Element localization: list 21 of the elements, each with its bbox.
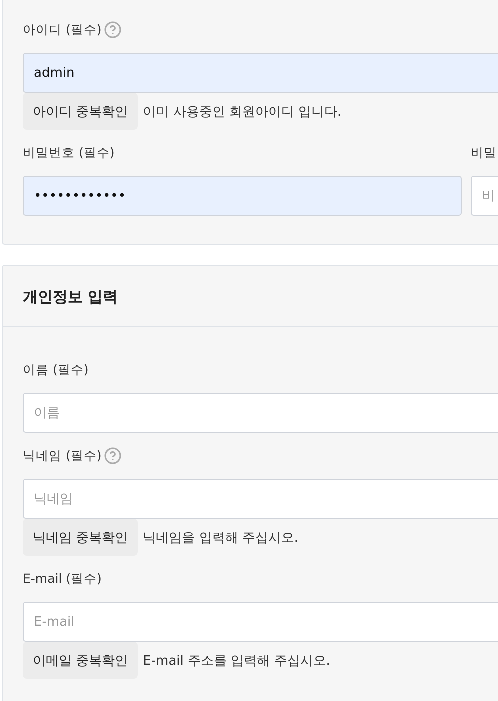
input-field[interactable]: 비 xyxy=(471,176,498,216)
help-icon[interactable] xyxy=(104,447,122,465)
input-field[interactable]: 이름 xyxy=(23,393,498,433)
status-message: 닉네임을 입력해 주십시오. xyxy=(143,530,299,546)
input-field[interactable]: E-mail xyxy=(23,602,498,642)
status-message: E-mail 주소를 입력해 주십시오. xyxy=(143,652,330,670)
field-label: 비밀번호 (필수) xyxy=(23,144,115,162)
input-field[interactable]: admin xyxy=(23,53,498,93)
field-label: E-mail (필수) xyxy=(23,570,102,588)
field-label: 이름 (필수) xyxy=(23,362,89,378)
field-label: 비밀 xyxy=(471,144,497,162)
help-icon[interactable] xyxy=(104,21,122,39)
duplicate-check-button[interactable]: 닉네임 중복확인 xyxy=(23,519,138,556)
duplicate-check-button[interactable]: 아이디 중복확인 xyxy=(23,93,138,130)
input-field[interactable]: 닉네임 xyxy=(23,479,498,519)
duplicate-check-button[interactable]: 이메일 중복확인 xyxy=(23,642,138,679)
field-label: 아이디 (필수) xyxy=(23,22,102,38)
status-message: 이미 사용중인 회원아이디 입니다. xyxy=(143,104,342,120)
input-field[interactable]: •••••••••••• xyxy=(23,176,462,216)
field-label: 닉네임 (필수) xyxy=(23,448,102,464)
section-title: 개인정보 입력 xyxy=(23,287,120,308)
